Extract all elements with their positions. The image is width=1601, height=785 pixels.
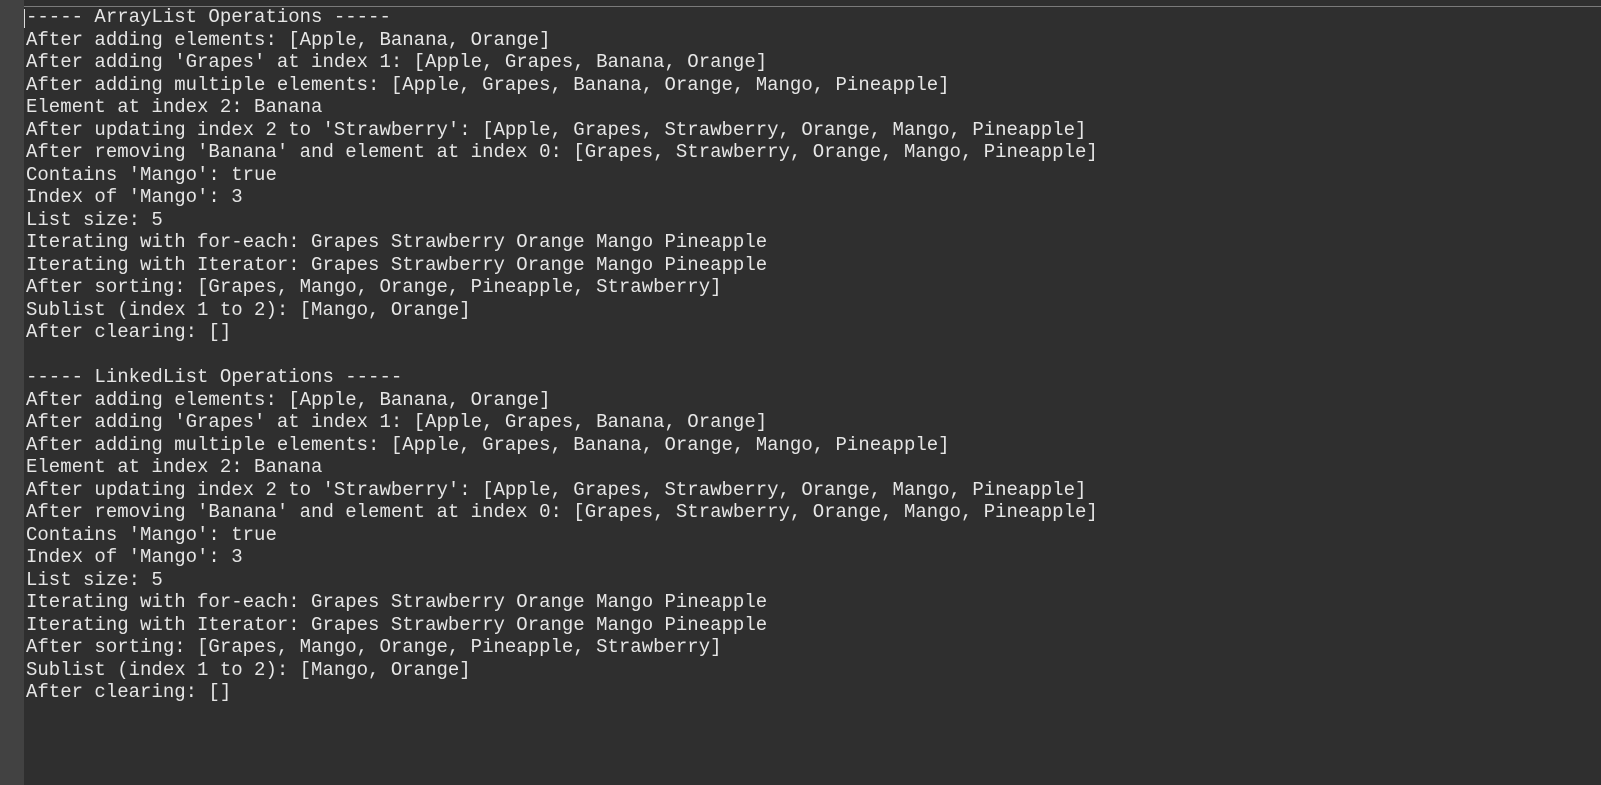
console-line: After updating index 2 to 'Strawberry': …	[26, 478, 1087, 501]
console-line: After adding multiple elements: [Apple, …	[26, 73, 950, 96]
console-line: Index of 'Mango': 3	[26, 546, 243, 568]
console-line: Sublist (index 1 to 2): [Mango, Orange]	[26, 658, 471, 681]
console-line: Index of 'Mango': 3	[26, 186, 243, 208]
console-line: After adding elements: [Apple, Banana, O…	[26, 388, 551, 411]
console-line: After adding elements: [Apple, Banana, O…	[26, 28, 551, 51]
console-line: Element at index 2: Banana	[26, 456, 323, 478]
line-gutter	[0, 0, 24, 785]
console-line: After clearing: []	[26, 321, 232, 343]
console-line: After removing 'Banana' and element at i…	[26, 141, 1098, 163]
console-line: Iterating with for-each: Grapes Strawber…	[26, 231, 768, 253]
console-line: After removing 'Banana' and element at i…	[26, 501, 1098, 523]
console-line: After adding 'Grapes' at index 1: [Apple…	[26, 411, 768, 433]
console-text[interactable]: ----- ArrayList Operations ----- After ad…	[26, 6, 1098, 704]
console-line: Contains 'Mango': true	[26, 523, 277, 546]
console-line: After adding 'Grapes' at index 1: [Apple…	[26, 51, 768, 73]
console-line: List size: 5	[26, 208, 163, 231]
console-line: After updating index 2 to 'Strawberry': …	[26, 118, 1087, 141]
console-line: ----- LinkedList Operations -----	[26, 366, 403, 388]
console-line: After sorting: [Grapes, Mango, Orange, P…	[26, 276, 722, 298]
console-line: Sublist (index 1 to 2): [Mango, Orange]	[26, 298, 471, 321]
console-line: After clearing: []	[26, 681, 232, 703]
console-line: Iterating with Iterator: Grapes Strawber…	[26, 253, 768, 276]
console-line: ----- ArrayList Operations -----	[26, 6, 391, 28]
text-cursor	[24, 9, 25, 28]
console-line: Iterating with for-each: Grapes Strawber…	[26, 591, 768, 613]
console-line: Contains 'Mango': true	[26, 163, 277, 186]
console-line: Element at index 2: Banana	[26, 96, 323, 118]
console-output-panel[interactable]: ----- ArrayList Operations ----- After ad…	[0, 0, 1601, 785]
console-line: List size: 5	[26, 568, 163, 591]
console-line: After adding multiple elements: [Apple, …	[26, 433, 950, 456]
console-line: After sorting: [Grapes, Mango, Orange, P…	[26, 636, 722, 658]
console-line: Iterating with Iterator: Grapes Strawber…	[26, 613, 768, 636]
